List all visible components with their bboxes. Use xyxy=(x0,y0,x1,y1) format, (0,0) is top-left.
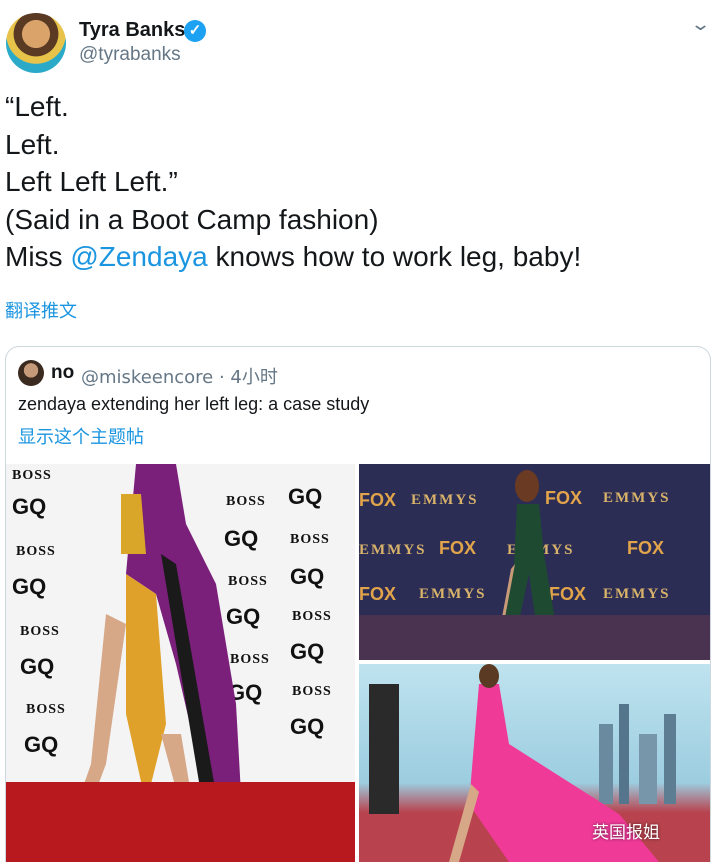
show-thread-link[interactable]: 显示这个主题帖 xyxy=(18,423,144,449)
photo-gq-red-carpet[interactable]: BOSS GQ BOSS GQ BOSS GQ BOSS GQ BOSS GQ … xyxy=(6,464,355,862)
tweet-line: Left. xyxy=(5,128,60,160)
fox-logo: FOX xyxy=(359,584,397,604)
emmys-logo: EMMYS xyxy=(603,586,671,602)
translate-tweet-link[interactable]: 翻译推文 xyxy=(5,297,77,323)
user-handle[interactable]: @tyrabanks xyxy=(79,44,181,66)
gq-logo: GQ xyxy=(288,484,323,509)
boss-logo: BOSS xyxy=(16,544,56,559)
quoted-tweet[interactable]: no @miskeencore · 4小时 zendaya extending … xyxy=(5,346,711,862)
gq-logo: GQ xyxy=(290,564,325,589)
red-carpet xyxy=(6,782,355,862)
avatar[interactable] xyxy=(6,13,66,73)
emmys-logo: EMMYS xyxy=(419,586,487,602)
tweet-text: “Left. Left. Left Left Left.” (Said in a… xyxy=(5,88,581,276)
photo-emmys[interactable]: FOX EMMYS FOX EMMYS EMMYS FOX EMMYS FOX … xyxy=(359,464,710,660)
boss-logo: BOSS xyxy=(292,684,332,699)
gq-logo: GQ xyxy=(290,714,325,739)
tweet-line-suffix: knows how to work leg, baby! xyxy=(207,241,582,272)
boss-logo: BOSS xyxy=(20,624,60,639)
mention-link[interactable]: @Zendaya xyxy=(70,241,207,272)
emmys-logo: EMMYS xyxy=(411,492,479,508)
gq-logo: GQ xyxy=(20,654,55,679)
verified-badge-icon: ✓ xyxy=(184,20,206,42)
tweet-line: “Left. xyxy=(5,91,69,122)
gq-logo: GQ xyxy=(290,639,325,664)
gq-logo: GQ xyxy=(24,732,59,757)
tweet-line-prefix: Miss xyxy=(5,241,71,272)
watermark: 英国报姐 xyxy=(592,823,660,843)
chevron-down-icon[interactable]: ⌄ xyxy=(690,14,711,35)
tweet-line: Left Left Left.” xyxy=(5,166,178,197)
tweet-line: (Said in a Boot Camp fashion) xyxy=(5,203,379,235)
quote-handle-time: @miskeencore · 4小时 xyxy=(81,367,278,388)
emmys-logo: EMMYS xyxy=(359,542,427,558)
carpet xyxy=(359,615,710,660)
display-name[interactable]: Tyra Banks xyxy=(79,19,185,42)
boss-logo: BOSS xyxy=(26,702,66,717)
quote-display-name[interactable]: no xyxy=(51,362,74,384)
emmys-logo: EMMYS xyxy=(603,490,671,506)
boss-logo: BOSS xyxy=(12,468,52,483)
quote-avatar[interactable] xyxy=(18,360,44,386)
fox-logo: FOX xyxy=(627,538,665,558)
gq-logo: GQ xyxy=(12,574,47,599)
quote-text: zendaya extending her left leg: a case s… xyxy=(18,394,370,414)
boss-logo: BOSS xyxy=(292,609,332,624)
fox-logo: FOX xyxy=(439,538,477,558)
tweet-line: Miss @Zendaya knows how to work leg, bab… xyxy=(5,238,581,276)
fox-logo: FOX xyxy=(359,490,397,510)
boss-logo: BOSS xyxy=(290,532,330,547)
gq-logo: GQ xyxy=(12,494,47,519)
